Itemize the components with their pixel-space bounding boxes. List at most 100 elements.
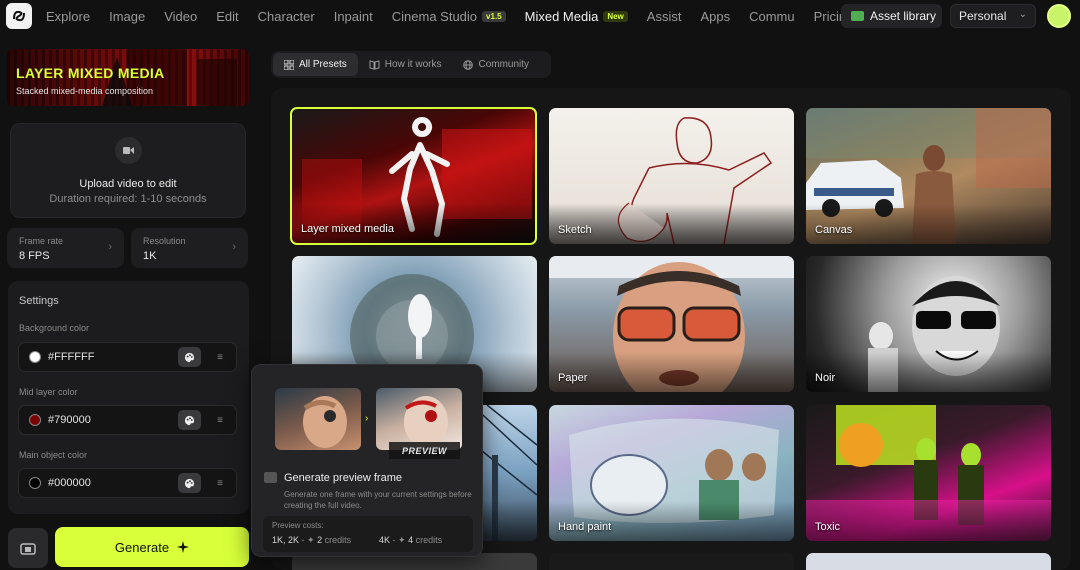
preset-card-hand-paint[interactable]: Hand paint [549, 405, 794, 541]
mid-layer-color-value: #790000 [48, 414, 91, 426]
preset-label: Layer mixed media [301, 223, 394, 235]
main-nav: Explore Image Video Edit Character Inpai… [46, 0, 872, 32]
sparkle-icon [177, 541, 190, 553]
hero-subtitle: Stacked mixed-media composition [16, 86, 154, 96]
book-icon [369, 59, 380, 70]
generate-button[interactable]: Generate [55, 527, 249, 567]
arrow-right-icon: › [365, 413, 369, 424]
resolution-value: 1K [143, 250, 157, 262]
film-icon [20, 542, 36, 555]
tab-all-presets[interactable]: All Presets [273, 53, 358, 76]
grid-icon [284, 59, 294, 70]
asset-library-label: Asset library [870, 9, 937, 23]
frame-rate-label: Frame rate [19, 236, 64, 246]
palette-icon [184, 352, 195, 362]
nav-cinema-studio[interactable]: Cinema Studio v1.5 [392, 9, 506, 24]
tab-how-it-works[interactable]: How it works [358, 53, 453, 76]
logo-icon [13, 10, 25, 22]
hero-title: LAYER MIXED MEDIA [16, 65, 165, 81]
preview-description: Generate one frame with your current set… [284, 490, 472, 510]
palette-button[interactable] [178, 410, 201, 430]
main-object-color-value: #000000 [48, 477, 91, 489]
upload-duration-hint: Duration required: 1-10 seconds [49, 193, 207, 205]
preset-label: Hand paint [558, 521, 612, 533]
resolution-label: Resolution [143, 236, 186, 246]
tab-community[interactable]: Community [452, 53, 540, 76]
preset-label: Canvas [815, 224, 853, 236]
upload-video-dropzone[interactable]: Upload video to edit Duration required: … [10, 123, 246, 218]
preview-frame-popover: › PREVIEW Generate preview frame Generat… [251, 364, 483, 557]
preview-badge: PREVIEW [389, 442, 460, 459]
workspace-label: Personal [959, 9, 1007, 23]
nav-video[interactable]: Video [164, 9, 197, 24]
top-nav-bar: Explore Image Video Edit Character Inpai… [0, 0, 1080, 32]
background-color-field[interactable]: #FFFFFF ≡ [18, 342, 237, 372]
cost-low-res: 1K, 2K - ✦ 2 credits [272, 535, 352, 545]
new-badge: New [603, 10, 628, 22]
nav-community[interactable]: Commu [749, 9, 795, 24]
frame-rate-value: 8 FPS [19, 250, 50, 262]
preset-card-canvas[interactable]: Canvas [806, 108, 1051, 244]
folder-icon [851, 11, 864, 21]
nav-edit[interactable]: Edit [216, 9, 238, 24]
app-logo[interactable] [6, 3, 32, 29]
palette-button[interactable] [178, 347, 201, 367]
film-icon [264, 472, 277, 483]
chevron-right-icon: › [108, 241, 112, 253]
preset-tabs: All Presets How it works Community [271, 51, 551, 78]
nav-apps[interactable]: Apps [700, 9, 730, 24]
preview-costs: Preview costs: 1K, 2K - ✦ 2 credits 4K -… [263, 516, 473, 552]
preset-label: Toxic [815, 521, 841, 533]
options-icon[interactable]: ≡ [211, 411, 229, 429]
color-swatch[interactable] [29, 477, 41, 489]
chevron-right-icon: › [232, 241, 236, 253]
preset-label: Noir [815, 372, 836, 384]
nav-explore[interactable]: Explore [46, 9, 90, 24]
globe-icon [463, 59, 474, 70]
chevron-down-icon: ⌄ [1018, 9, 1027, 20]
video-camera-icon [115, 137, 142, 164]
avatar[interactable] [1047, 4, 1071, 28]
preset-card-noir[interactable]: Noir [806, 256, 1051, 392]
nav-assist[interactable]: Assist [647, 9, 682, 24]
nav-image[interactable]: Image [109, 9, 145, 24]
nav-character[interactable]: Character [258, 9, 315, 24]
options-icon[interactable]: ≡ [211, 348, 229, 366]
asset-library-button[interactable]: Asset library [841, 4, 942, 28]
main-object-color-label: Main object color [19, 450, 88, 460]
mid-layer-color-label: Mid layer color [19, 387, 78, 397]
nav-mixed-media[interactable]: Mixed Media New [525, 9, 628, 24]
resolution-select[interactable]: Resolution 1K › [131, 228, 248, 268]
upload-title: Upload video to edit [79, 178, 177, 190]
preset-card-layer-mixed-media[interactable]: Layer mixed media [290, 107, 537, 245]
settings-title: Settings [19, 295, 59, 307]
mid-layer-color-field[interactable]: #790000 ≡ [18, 405, 237, 435]
preview-result-thumbnail [376, 388, 462, 450]
cost-high-res: 4K - ✦ 4 credits [379, 535, 443, 545]
preset-hero-banner: LAYER MIXED MEDIA Stacked mixed-media co… [7, 49, 249, 106]
background-color-value: #FFFFFF [48, 351, 95, 363]
main-object-color-field[interactable]: #000000 ≡ [18, 468, 237, 498]
generate-label: Generate [114, 539, 170, 555]
nav-inpaint[interactable]: Inpaint [334, 9, 373, 24]
preset-card-paper[interactable]: Paper [549, 256, 794, 392]
palette-button[interactable] [178, 473, 201, 493]
preview-title: Generate preview frame [284, 472, 402, 484]
preset-card-toxic[interactable]: Toxic [806, 405, 1051, 541]
frame-rate-select[interactable]: Frame rate 8 FPS › [7, 228, 124, 268]
options-icon[interactable]: ≡ [211, 474, 229, 492]
preset-label: Paper [558, 372, 588, 384]
preset-card-partial[interactable] [549, 553, 794, 570]
color-swatch[interactable] [29, 414, 41, 426]
preview-toggle-button[interactable] [8, 528, 48, 568]
version-badge: v1.5 [482, 10, 506, 22]
palette-icon [184, 415, 195, 425]
color-swatch[interactable] [29, 351, 41, 363]
preset-label: Sketch [558, 224, 592, 236]
preset-card-partial[interactable] [806, 553, 1051, 570]
background-color-label: Background color [19, 323, 90, 333]
workspace-select[interactable]: Personal ⌄ [950, 4, 1036, 28]
preset-card-sketch[interactable]: Sketch [549, 108, 794, 244]
settings-panel: Settings Background color #FFFFFF ≡ Mid … [8, 281, 249, 514]
palette-icon [184, 478, 195, 488]
